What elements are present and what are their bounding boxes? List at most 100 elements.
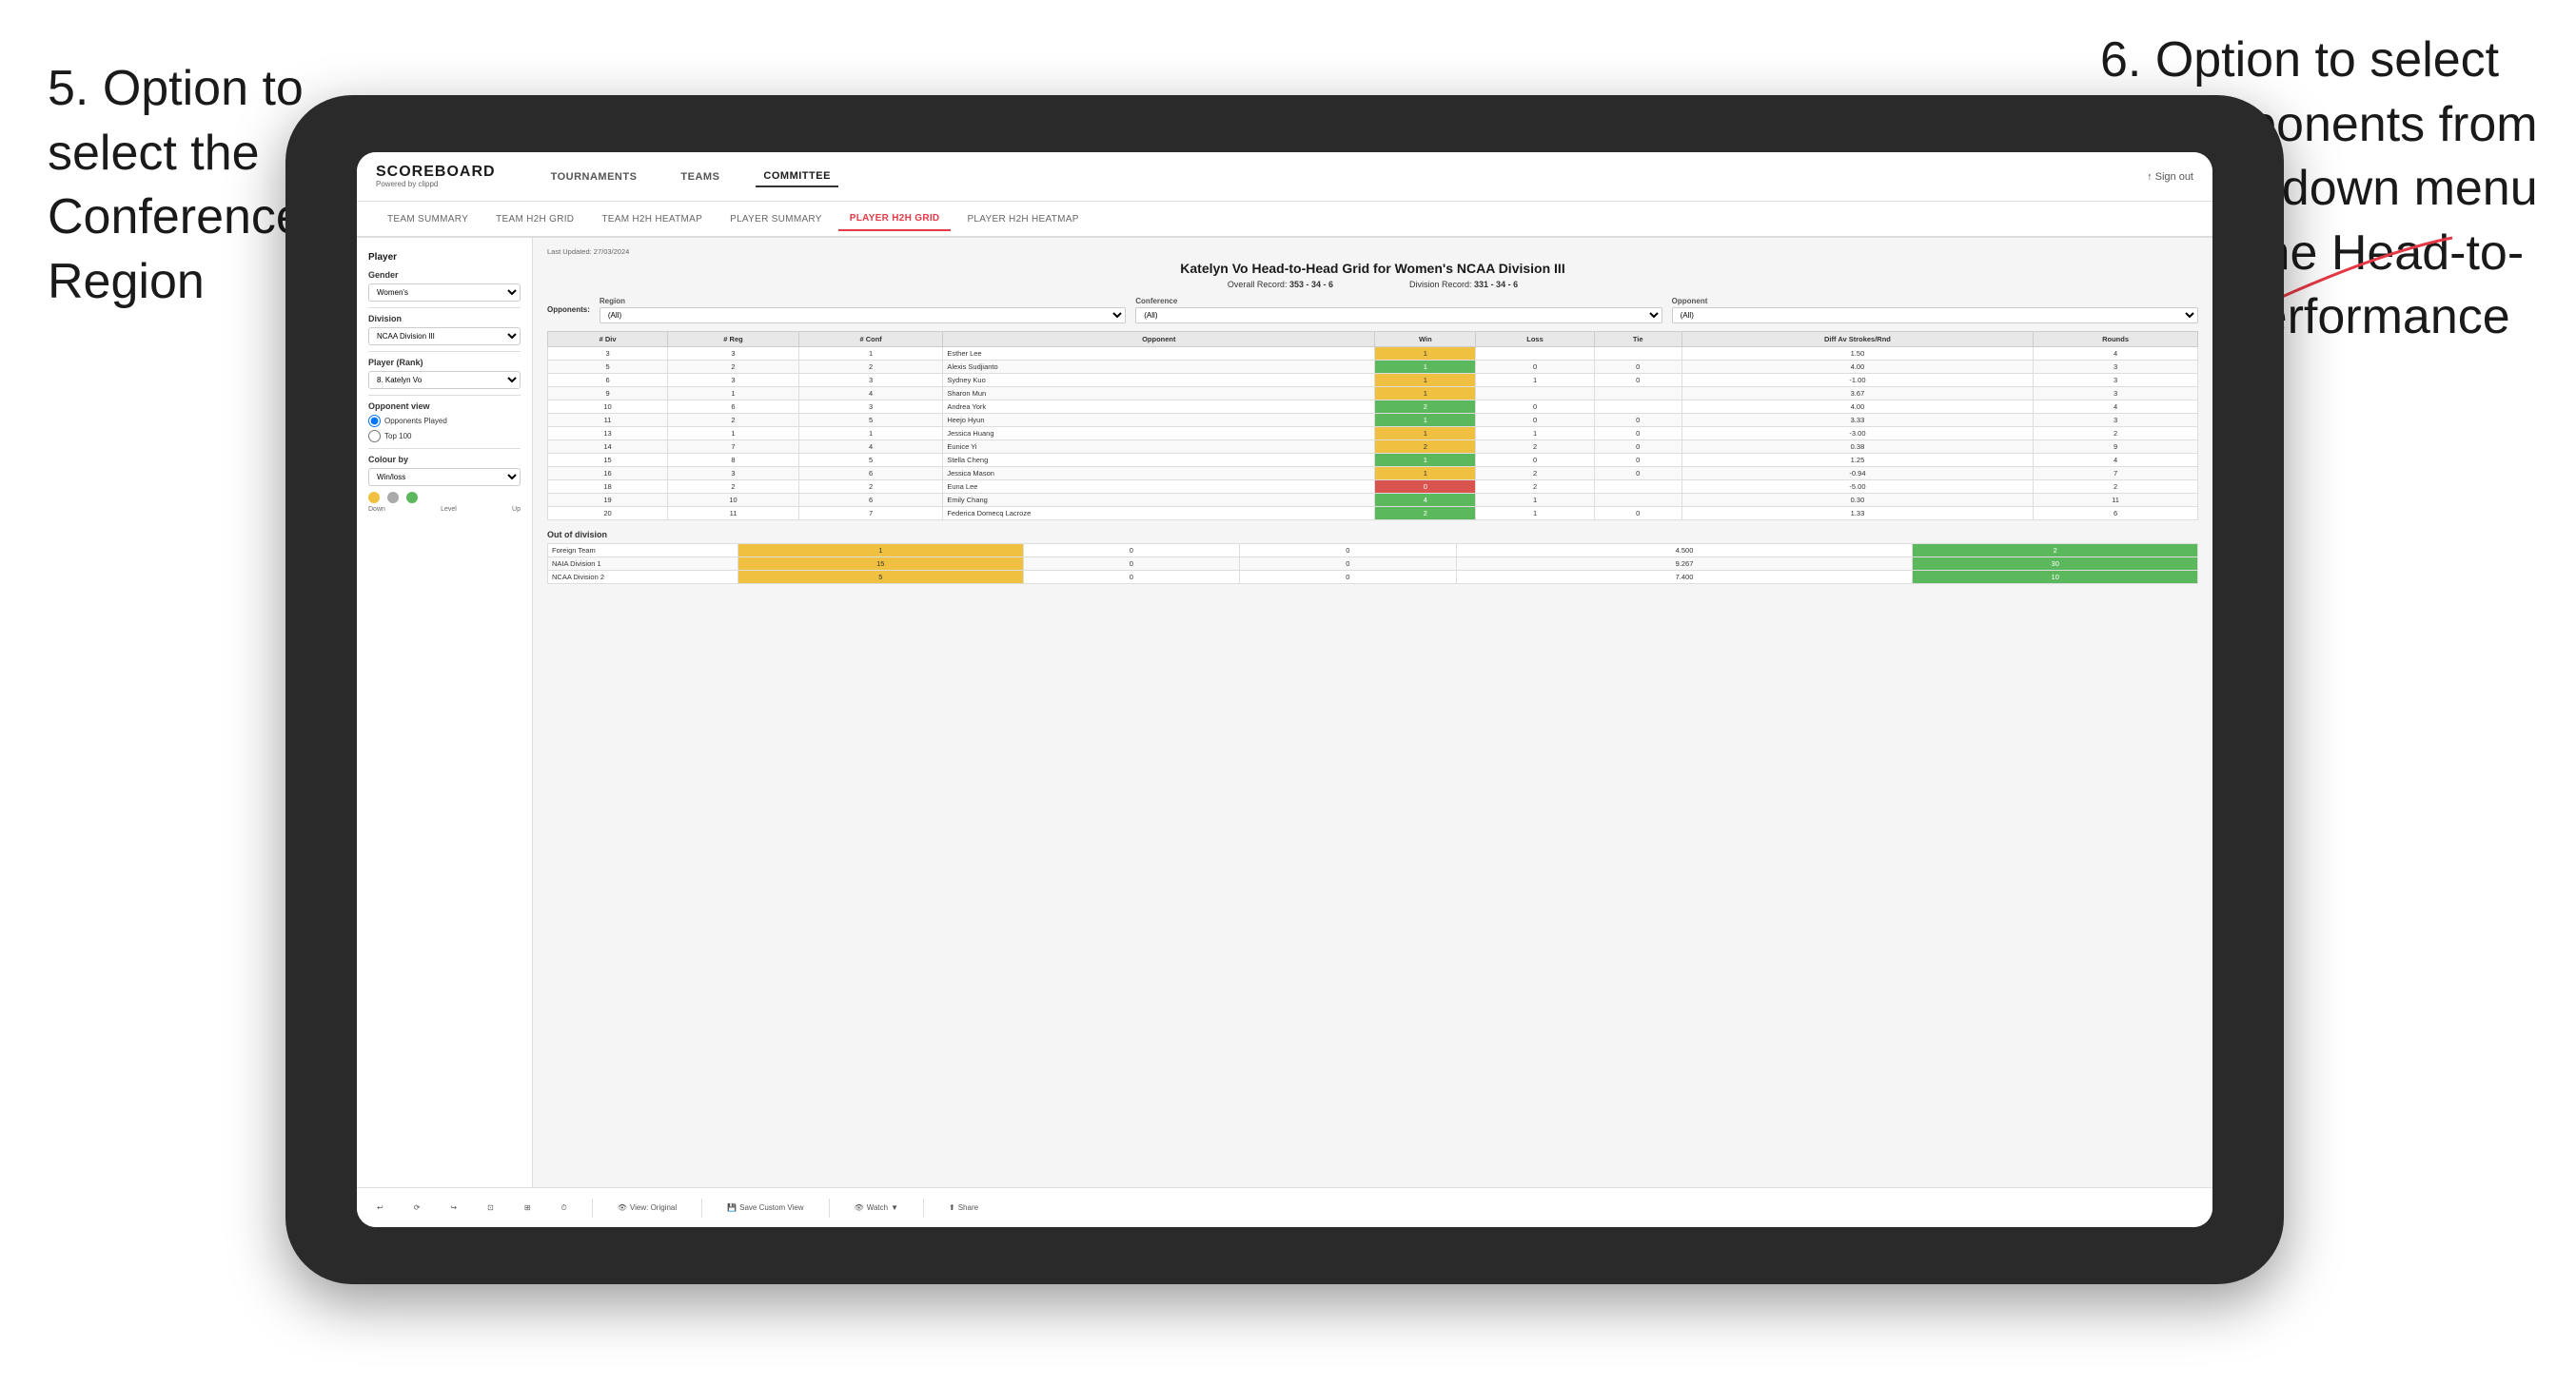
ood-cell-tie: 0 [1240,571,1457,584]
main-content: Player Gender Women's Division NCAA Divi… [357,238,2212,1187]
cell-tie [1594,494,1681,507]
cell-opponent: Emily Chang [943,494,1375,507]
cell-rounds: 3 [2034,414,2198,427]
share-btn[interactable]: ⬆ Share [943,1201,984,1215]
cell-loss: 0 [1476,414,1594,427]
logo-text: SCOREBOARD [376,165,496,180]
save-custom-view-btn[interactable]: 💾 Save Custom View [721,1201,809,1215]
ood-cell-win: 1 [738,544,1024,557]
sidebar-radio-opponents-played[interactable]: Opponents Played [368,415,521,427]
out-of-division-table: Foreign Team 1 0 0 4.500 2 NAIA Division… [547,543,2198,584]
sidebar-radio-top100[interactable]: Top 100 [368,430,521,442]
dot-green [406,492,418,503]
nav-committee[interactable]: COMMITTEE [756,166,838,187]
cell-opponent: Alexis Sudjianto [943,361,1375,374]
sub-nav-team-h2h-grid[interactable]: TEAM H2H GRID [484,208,585,230]
cell-tie: 0 [1594,454,1681,467]
bottom-toolbar: ↩ ⟳ ↪ ⊡ ⊞ ⏱ 👁 View: Original 💾 Save Cust… [357,1187,2212,1227]
cell-conf: 3 [798,400,942,414]
col-win: Win [1375,332,1476,347]
sub-nav-team-summary[interactable]: TEAM SUMMARY [376,208,480,230]
region-select[interactable]: (All) [600,307,1126,323]
sidebar-division-label: Division [368,314,521,323]
filter-group-region: Region (All) [600,297,1126,323]
ood-cell-rounds: 30 [1913,557,2198,571]
share-icon: ⬆ [949,1203,955,1212]
time-btn[interactable]: ⏱ [556,1201,573,1216]
cell-conf: 6 [798,494,942,507]
cell-win: 0 [1375,480,1476,494]
sidebar-gender-select[interactable]: Women's [368,283,521,302]
cell-reg: 6 [668,400,799,414]
table-row: 3 3 1 Esther Lee 1 1.50 4 [548,347,2198,361]
logo-sub: Powered by clippd [376,180,496,188]
table-row: 15 8 5 Stella Cheng 1 0 0 1.25 4 [548,454,2198,467]
nav-sign-out[interactable]: ↑ Sign out [2147,171,2193,183]
cell-conf: 2 [798,361,942,374]
cell-rounds: 2 [2034,480,2198,494]
cell-rounds: 4 [2034,347,2198,361]
records-row: Overall Record: 353 - 34 - 6 Division Re… [547,280,2198,289]
cell-reg: 2 [668,361,799,374]
redo-step-btn[interactable]: ⟳ [408,1201,426,1215]
cell-rounds: 6 [2034,507,2198,520]
sidebar-division-select[interactable]: NCAA Division III [368,327,521,345]
cell-conf: 1 [798,347,942,361]
cell-rounds: 4 [2034,400,2198,414]
ood-cell-loss: 0 [1023,544,1240,557]
eye-icon: 👁 [618,1203,627,1212]
cell-div: 14 [548,440,668,454]
nav-teams[interactable]: TEAMS [673,167,727,186]
ood-cell-loss: 0 [1023,571,1240,584]
cell-win: 2 [1375,440,1476,454]
cell-tie: 0 [1594,427,1681,440]
col-tie: Tie [1594,332,1681,347]
cell-conf: 4 [798,387,942,400]
cell-opponent: Federica Domecq Lacroze [943,507,1375,520]
col-div: # Div [548,332,668,347]
sidebar-player-section: Player Gender Women's Division NCAA Divi… [368,252,521,513]
sub-nav-player-summary[interactable]: PLAYER SUMMARY [718,208,834,230]
cell-tie [1594,387,1681,400]
copy-btn[interactable]: ⊡ [482,1201,500,1215]
watch-icon: 👁 [855,1203,864,1212]
cell-conf: 7 [798,507,942,520]
color-legend-labels: Down Level Up [368,506,521,513]
nav-tournaments[interactable]: TOURNAMENTS [543,167,645,186]
undo-btn[interactable]: ↩ [371,1201,389,1215]
col-opponent: Opponent [943,332,1375,347]
cell-rounds: 3 [2034,387,2198,400]
redo-btn[interactable]: ↪ [444,1201,462,1215]
ood-cell-rounds: 10 [1913,571,2198,584]
cell-loss: 1 [1476,427,1594,440]
view-original-btn[interactable]: 👁 View: Original [612,1201,682,1215]
cell-tie [1594,400,1681,414]
toolbar-sep-3 [829,1199,830,1218]
filter-group-opponent: Opponent (All) [1672,297,2198,323]
cell-loss: 1 [1476,494,1594,507]
table-row: 5 2 2 Alexis Sudjianto 1 0 0 4.00 3 [548,361,2198,374]
cell-rounds: 3 [2034,374,2198,387]
sidebar-player-rank-label: Player (Rank) [368,358,521,367]
sidebar-colour-by-select[interactable]: Win/loss [368,468,521,486]
cell-opponent: Jessica Huang [943,427,1375,440]
watch-btn[interactable]: 👁 Watch ▼ [849,1201,904,1215]
save-icon: 💾 [727,1203,737,1212]
opponent-select[interactable]: (All) [1672,307,2198,323]
sub-nav-player-h2h-grid[interactable]: PLAYER H2H GRID [838,207,952,231]
paste-btn[interactable]: ⊞ [519,1201,537,1215]
conference-select[interactable]: (All) [1135,307,1662,323]
cell-loss: 0 [1476,361,1594,374]
table-row: 20 11 7 Federica Domecq Lacroze 2 1 0 1.… [548,507,2198,520]
filter-group-conference: Conference (All) [1135,297,1662,323]
sub-nav-team-h2h-heatmap[interactable]: TEAM H2H HEATMAP [590,208,714,230]
sidebar: Player Gender Women's Division NCAA Divi… [357,238,533,1187]
cell-div: 5 [548,361,668,374]
sidebar-player-rank-select[interactable]: 8. Katelyn Vo [368,371,521,389]
cell-tie [1594,480,1681,494]
cell-diff: -3.00 [1681,427,2033,440]
sub-nav-player-h2h-heatmap[interactable]: PLAYER H2H HEATMAP [955,208,1090,230]
cell-diff: 1.33 [1681,507,2033,520]
cell-diff: -0.94 [1681,467,2033,480]
cell-rounds: 4 [2034,454,2198,467]
